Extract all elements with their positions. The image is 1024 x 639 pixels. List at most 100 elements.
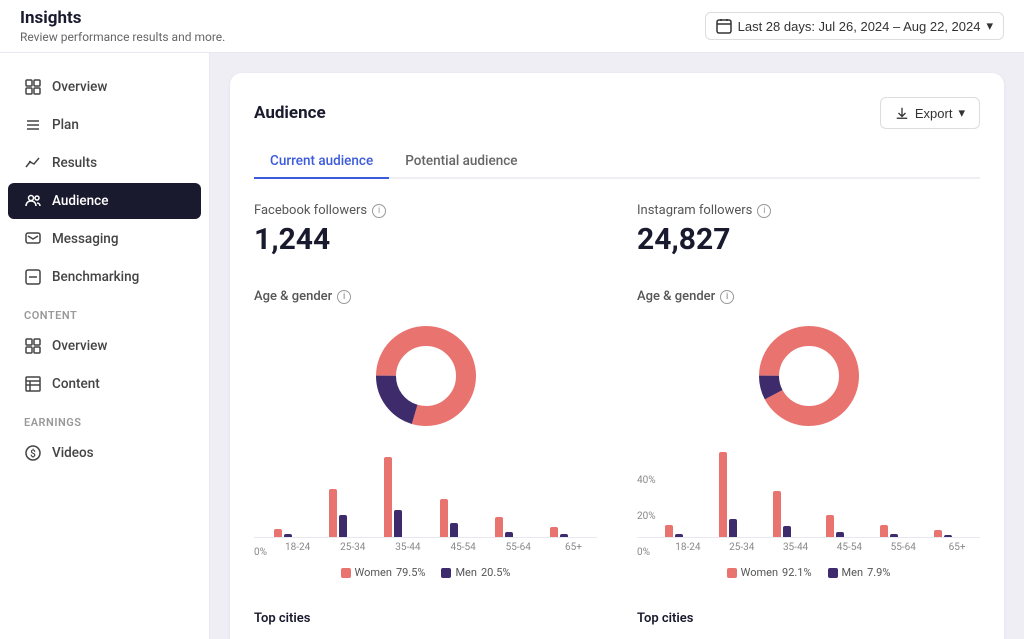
bar-ig-65plus-women: [934, 530, 942, 537]
label-1824: 18-24: [274, 542, 321, 553]
grid2-icon: [24, 337, 42, 355]
main-layout: Overview Plan Results: [0, 53, 1024, 639]
date-range-label: Last 28 days: Jul 26, 2024 – Aug 22, 202…: [738, 19, 981, 34]
ig-age-info-icon[interactable]: i: [720, 290, 734, 304]
page-title: Insights: [20, 8, 225, 28]
svg-text:$: $: [30, 447, 36, 460]
instagram-bar-labels: 18-24 25-34 35-44 45-54 55-64 65+: [637, 542, 980, 553]
bar-fb-1824-women: [274, 529, 282, 537]
facebook-followers-value: 1,244: [254, 222, 597, 257]
facebook-donut-container: [254, 316, 597, 436]
bar-ig-3544-men: [783, 526, 791, 537]
facebook-y-axis: 0%: [254, 547, 267, 558]
sidebar-label-audience: Audience: [52, 193, 108, 209]
card-title: Audience: [254, 103, 326, 123]
tab-current-audience[interactable]: Current audience: [254, 145, 389, 179]
metrics-row: Facebook followers i 1,244 Instagram fol…: [254, 203, 980, 257]
facebook-bar-chart: 0%: [254, 448, 597, 558]
facebook-followers-block: Facebook followers i 1,244: [254, 203, 597, 257]
sidebar-item-messaging[interactable]: Messaging: [8, 221, 201, 257]
facebook-age-gender-chart: Age & gender i: [254, 289, 597, 579]
bar-group-35-44: [384, 457, 431, 537]
instagram-info-icon[interactable]: i: [757, 204, 771, 218]
legend-women-pct: 79.5%: [396, 566, 426, 579]
bar-ig-4554-men: [836, 532, 844, 537]
ig-bar-group-5564: [880, 525, 926, 537]
list-icon: [24, 116, 42, 134]
instagram-bars: [637, 448, 980, 538]
ig-legend-men-label: Men: [842, 566, 864, 579]
sidebar-item-audience[interactable]: Audience: [8, 183, 201, 219]
sidebar-item-videos[interactable]: $ Videos: [8, 435, 201, 471]
ig-legend-women-pct: 92.1%: [782, 566, 812, 579]
dollar-icon: $: [24, 444, 42, 462]
sidebar-item-results[interactable]: Results: [8, 145, 201, 181]
bar-ig-1824-women: [665, 525, 673, 537]
fb-age-info-icon[interactable]: i: [337, 290, 351, 304]
bar-ig-65plus-men: [944, 535, 952, 537]
sidebar-section-earnings: Earnings: [0, 404, 209, 433]
cities-section: Top cities Karachi, Sindh, Pakistan 31.1…: [254, 611, 980, 639]
ig-bar-group-65plus: [934, 530, 980, 537]
tab-bar: Current audience Potential audience: [254, 145, 980, 179]
instagram-cities: Top cities Karachi, Sindh, Pakistan 35%: [637, 611, 980, 639]
sidebar: Overview Plan Results: [0, 53, 210, 639]
bar-fb-3544-men: [394, 510, 402, 537]
sidebar-item-plan[interactable]: Plan: [8, 107, 201, 143]
ig-y-axis-40: 40%: [637, 475, 656, 486]
page-subtitle: Review performance results and more.: [20, 30, 225, 44]
ig-label-3544: 35-44: [773, 542, 819, 553]
legend-women: Women 79.5%: [341, 566, 426, 579]
ig-legend-men: Men 7.9%: [828, 566, 891, 579]
instagram-followers-value: 24,827: [637, 222, 980, 257]
facebook-donut-chart: [366, 316, 486, 436]
sidebar-label-results: Results: [52, 155, 97, 171]
sidebar-item-content-content[interactable]: Content: [8, 366, 201, 402]
facebook-info-icon[interactable]: i: [372, 204, 386, 218]
facebook-cities: Top cities Karachi, Sindh, Pakistan 31.1…: [254, 611, 597, 639]
label-2534: 25-34: [329, 542, 376, 553]
audience-card: Audience Export ▾ Current audience Poten…: [230, 73, 1004, 639]
instagram-followers-block: Instagram followers i 24,827: [637, 203, 980, 257]
ig-label-65plus: 65+: [934, 542, 980, 553]
ig-legend-women: Women 92.1%: [727, 566, 812, 579]
legend-women-label: Women: [355, 566, 392, 579]
export-button[interactable]: Export ▾: [880, 97, 980, 129]
label-3544: 35-44: [384, 542, 431, 553]
instagram-legend: Women 92.1% Men 7.9%: [637, 566, 980, 579]
top-bar-left: Insights Review performance results and …: [20, 8, 225, 44]
ig-men-dot: [828, 568, 838, 578]
ig-label-1824: 18-24: [665, 542, 711, 553]
bar-group-25-34: [329, 489, 376, 537]
sidebar-label-benchmarking: Benchmarking: [52, 269, 139, 285]
women-dot: [341, 568, 351, 578]
ig-y-axis-20: 20%: [637, 511, 656, 522]
bar-fb-2534-women: [329, 489, 337, 537]
sidebar-item-content-overview[interactable]: Overview: [8, 328, 201, 364]
label-5564: 55-64: [495, 542, 542, 553]
people-icon: [24, 192, 42, 210]
instagram-followers-label: Instagram followers i: [637, 203, 980, 218]
facebook-followers-label: Facebook followers i: [254, 203, 597, 218]
table-icon: [24, 375, 42, 393]
ig-label-5564: 55-64: [880, 542, 926, 553]
date-range-picker[interactable]: Last 28 days: Jul 26, 2024 – Aug 22, 202…: [705, 12, 1004, 40]
sidebar-item-overview[interactable]: Overview: [8, 69, 201, 105]
facebook-legend: Women 79.5% Men 20.5%: [254, 566, 597, 579]
bar-fb-4554-women: [440, 499, 448, 537]
tab-potential-audience[interactable]: Potential audience: [389, 145, 533, 179]
ig-bar-group-2534: [719, 452, 765, 537]
facebook-bar-labels: 18-24 25-34 35-44 45-54 55-64 65+: [254, 542, 597, 553]
bar-fb-4554-men: [450, 523, 458, 537]
bar-group-45-54: [440, 499, 487, 537]
sidebar-label-videos: Videos: [52, 445, 94, 461]
legend-men-pct: 20.5%: [481, 566, 511, 579]
benchmark-icon: [24, 268, 42, 286]
instagram-donut-container: [637, 316, 980, 436]
legend-men-label: Men: [455, 566, 477, 579]
sidebar-label-plan: Plan: [52, 117, 79, 133]
sidebar-item-benchmarking[interactable]: Benchmarking: [8, 259, 201, 295]
legend-men: Men 20.5%: [441, 566, 510, 579]
message-icon: [24, 230, 42, 248]
content-area: Audience Export ▾ Current audience Poten…: [210, 53, 1024, 639]
